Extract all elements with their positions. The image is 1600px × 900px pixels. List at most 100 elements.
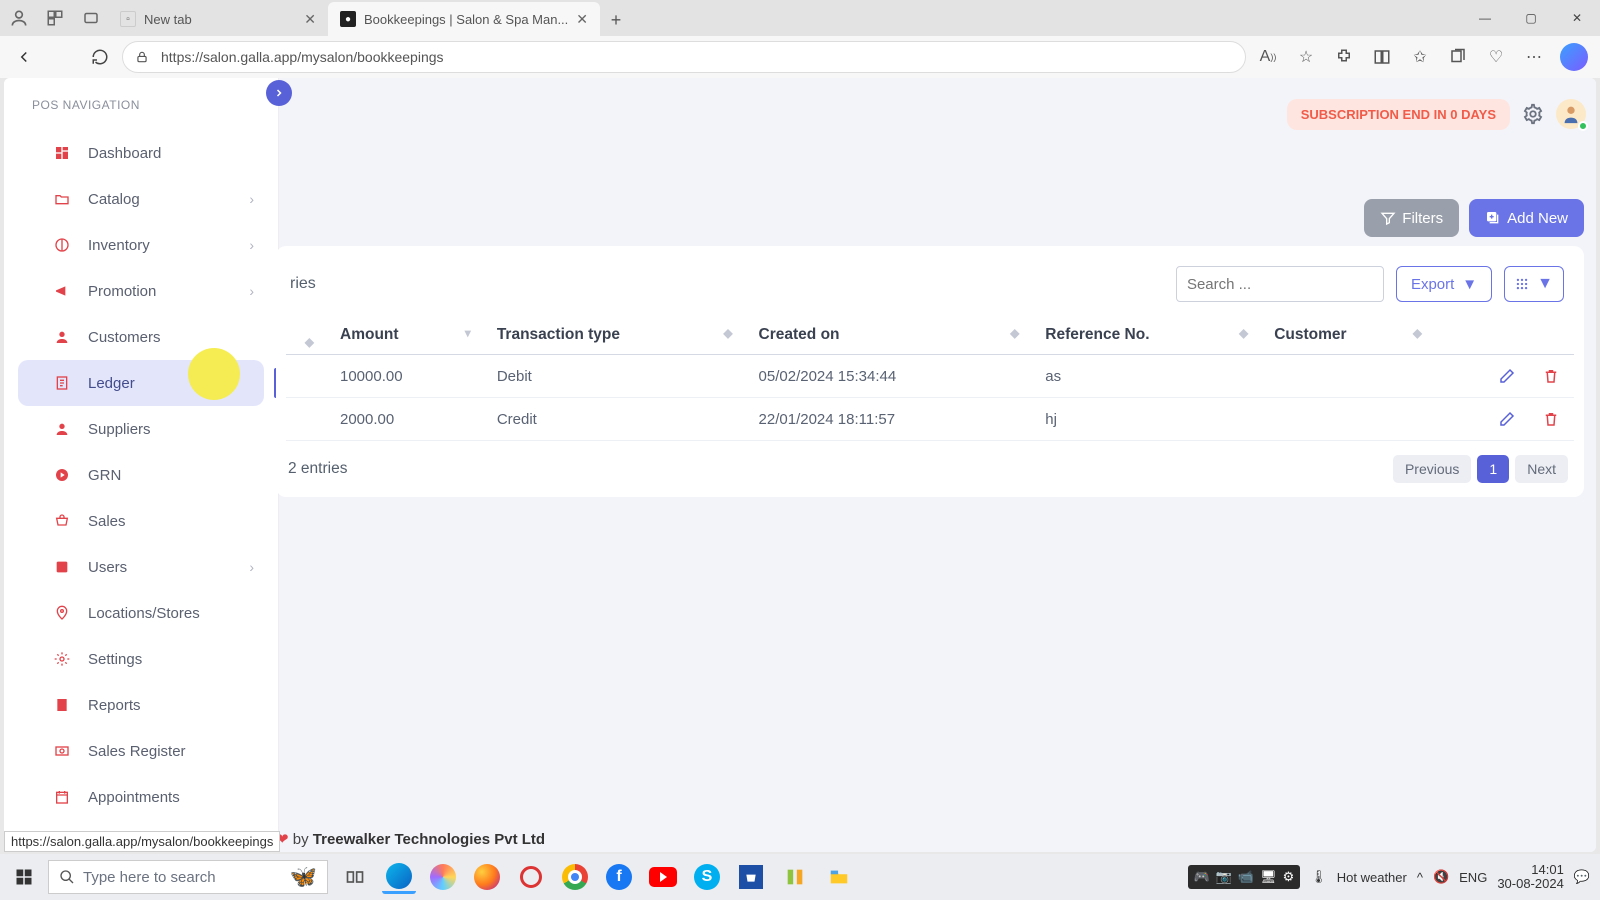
language-indicator[interactable]: ENG	[1459, 870, 1487, 885]
window-close[interactable]: ✕	[1554, 0, 1600, 36]
button-label: Add New	[1507, 210, 1568, 227]
recorder-icon[interactable]	[514, 860, 548, 894]
weather-icon[interactable]: 🌡	[1310, 869, 1327, 885]
sidebar-item-reports[interactable]: Reports	[18, 682, 264, 728]
sidebar-item-label: Reports	[88, 697, 141, 714]
sidebar-item-settings[interactable]: Settings	[18, 636, 264, 682]
button-label: Export	[1411, 276, 1454, 293]
sidebar-item-label: Sales Register	[88, 743, 186, 760]
favorites-list-icon[interactable]: ✩	[1408, 45, 1432, 69]
filters-button[interactable]: Filters	[1364, 199, 1459, 237]
sidebar-item-catalog[interactable]: Catalog ›	[18, 176, 264, 222]
sidebar-item-ledger[interactable]: Ledger	[18, 360, 264, 406]
sort-icon[interactable]: ▾	[465, 326, 471, 340]
reports-icon	[52, 697, 72, 713]
youtube-icon[interactable]	[646, 860, 680, 894]
store-icon[interactable]	[734, 860, 768, 894]
site-favicon-icon: ●	[340, 11, 356, 27]
pager-next[interactable]: Next	[1515, 455, 1568, 483]
workspaces-icon[interactable]	[44, 7, 66, 29]
add-new-button[interactable]: Add New	[1469, 199, 1584, 237]
columns-button[interactable]: ▼	[1504, 266, 1564, 302]
skype-icon[interactable]: S	[690, 860, 724, 894]
close-icon[interactable]: ✕	[304, 11, 316, 28]
window-maximize[interactable]: ▢	[1508, 0, 1554, 36]
search-input[interactable]	[1176, 266, 1384, 302]
back-button[interactable]	[8, 41, 40, 73]
user-avatar[interactable]	[1556, 99, 1586, 129]
copilot-button[interactable]	[1560, 43, 1588, 71]
profile-icon[interactable]	[8, 7, 30, 29]
col-transaction-type[interactable]: Transaction type◆	[483, 316, 745, 355]
sidebar-item-appointments[interactable]: Appointments	[18, 774, 264, 820]
cell-amount: 2000.00	[326, 398, 483, 441]
col-customer[interactable]: Customer◆	[1260, 316, 1434, 355]
sort-icon[interactable]: ◆	[1239, 326, 1248, 340]
close-icon[interactable]: ✕	[576, 11, 588, 28]
table-row[interactable]: 10000.00 Debit 05/02/2024 15:34:44 as	[286, 355, 1574, 398]
clock[interactable]: 14:01 30-08-2024	[1497, 863, 1564, 892]
delete-icon[interactable]	[1542, 367, 1560, 385]
export-button[interactable]: Export ▼	[1396, 266, 1492, 302]
notifications-icon[interactable]: 💬	[1574, 869, 1590, 885]
tab-bookkeepings[interactable]: ● Bookkeepings | Salon & Spa Man... ✕	[328, 2, 600, 36]
browser-essentials-icon[interactable]: ♡	[1484, 45, 1508, 69]
tab-actions-icon[interactable]	[80, 7, 102, 29]
more-icon[interactable]: ⋯	[1522, 45, 1546, 69]
table-row[interactable]: 2000.00 Credit 22/01/2024 18:11:57 hj	[286, 398, 1574, 441]
tab-newtab[interactable]: ▫ New tab ✕	[108, 2, 328, 36]
address-bar[interactable]: https://salon.galla.app/mysalon/bookkeep…	[122, 41, 1246, 73]
start-button[interactable]	[0, 868, 48, 886]
task-view-icon[interactable]	[338, 860, 372, 894]
col-amount[interactable]: Amount▾	[326, 316, 483, 355]
tray-chevron-icon[interactable]: ^	[1417, 870, 1423, 885]
split-screen-icon[interactable]	[1370, 45, 1394, 69]
sidebar-item-sales-register[interactable]: Sales Register	[18, 728, 264, 774]
sort-icon[interactable]: ◆	[1413, 326, 1422, 340]
chrome-icon[interactable]	[558, 860, 592, 894]
sidebar-item-dashboard[interactable]: Dashboard	[18, 130, 264, 176]
extensions-icon[interactable]	[1332, 45, 1356, 69]
sort-icon[interactable]: ◆	[305, 335, 314, 349]
facebook-icon[interactable]: f	[602, 860, 636, 894]
sidebar-item-grn[interactable]: GRN	[18, 452, 264, 498]
explorer-icon[interactable]	[822, 860, 856, 894]
pager-page-1[interactable]: 1	[1477, 455, 1509, 483]
sidebar-toggle[interactable]	[266, 80, 292, 106]
edge-icon[interactable]	[382, 860, 416, 894]
url-text: https://salon.galla.app/mysalon/bookkeep…	[161, 49, 444, 65]
col-reference[interactable]: Reference No.◆	[1031, 316, 1260, 355]
tab-label: New tab	[144, 12, 192, 27]
button-label: Filters	[1402, 210, 1443, 227]
col-created-on[interactable]: Created on◆	[745, 316, 1032, 355]
sidebar-item-inventory[interactable]: Inventory ›	[18, 222, 264, 268]
window-minimize[interactable]: —	[1462, 0, 1508, 36]
copilot-taskbar-icon[interactable]	[426, 860, 460, 894]
sort-icon[interactable]: ◆	[1010, 326, 1019, 340]
weather-text[interactable]: Hot weather	[1337, 870, 1407, 885]
sound-muted-icon[interactable]: 🔇	[1433, 869, 1449, 885]
tray-group[interactable]: 🎮 📷 📹 🖥 ⚙	[1188, 865, 1301, 889]
sort-icon[interactable]: ◆	[723, 326, 732, 340]
collections-icon[interactable]	[1446, 45, 1470, 69]
new-tab-button[interactable]: +	[600, 4, 632, 36]
search-placeholder: Type here to search	[83, 869, 216, 886]
sidebar-item-promotion[interactable]: Promotion ›	[18, 268, 264, 314]
sidebar-item-locations[interactable]: Locations/Stores	[18, 590, 264, 636]
browser-toolbar: https://salon.galla.app/mysalon/bookkeep…	[0, 36, 1600, 78]
delete-icon[interactable]	[1542, 410, 1560, 428]
inventory-icon	[52, 237, 72, 253]
sidebar-item-sales[interactable]: Sales	[18, 498, 264, 544]
read-aloud-icon[interactable]: A))	[1256, 45, 1280, 69]
edit-icon[interactable]	[1498, 410, 1516, 428]
app-icon[interactable]	[778, 860, 812, 894]
sidebar-item-users[interactable]: Users ›	[18, 544, 264, 590]
gear-icon[interactable]	[1522, 103, 1544, 125]
refresh-button[interactable]	[84, 41, 116, 73]
sidebar-item-suppliers[interactable]: Suppliers	[18, 406, 264, 452]
favorite-icon[interactable]: ☆	[1294, 45, 1318, 69]
pager-prev[interactable]: Previous	[1393, 455, 1471, 483]
firefox-icon[interactable]	[470, 860, 504, 894]
taskbar-search[interactable]: Type here to search 🦋	[48, 860, 328, 894]
edit-icon[interactable]	[1498, 367, 1516, 385]
